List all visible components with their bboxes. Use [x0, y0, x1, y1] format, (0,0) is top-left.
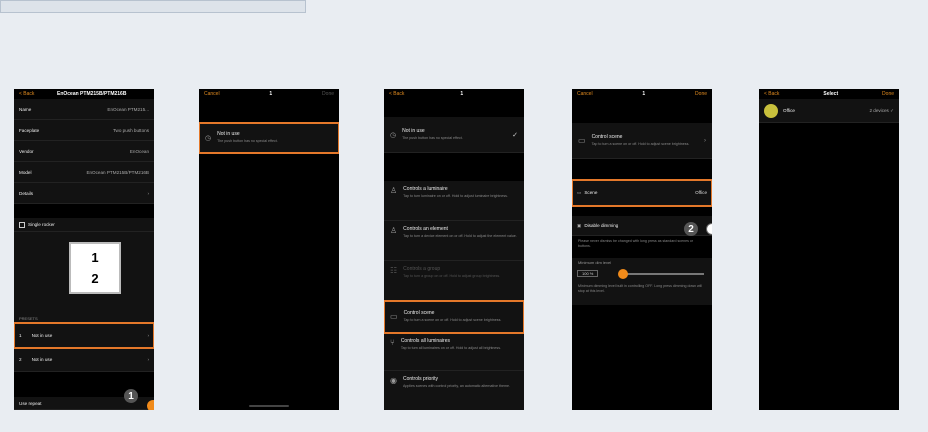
preset-row-2[interactable]: 2 Not in use › — [14, 348, 154, 372]
scene-select-row[interactable]: ▭ Scene Office — [572, 179, 712, 207]
phone-preset-select: Cancel 1 Done ◷ Not in use The push butt… — [199, 89, 339, 410]
option-not-in-use[interactable]: ◷ Not in use The push button has no spec… — [199, 122, 339, 154]
chevron-right-icon: › — [704, 137, 706, 144]
option-controls-luminaire[interactable]: ♙ Controls a luminaire Tap to turn lumina… — [384, 181, 524, 221]
home-indicator — [249, 405, 289, 407]
min-dim-slider-track[interactable] — [620, 273, 704, 275]
chevron-right-icon: › — [147, 190, 149, 196]
repeat-toggle[interactable] — [147, 400, 154, 410]
option-controls-element[interactable]: ♙ Controls an element Tap to turn a devic… — [384, 221, 524, 261]
back-button[interactable]: < Back — [389, 91, 404, 97]
dimming-icon: ▣ — [577, 222, 582, 228]
checkmark-icon: ✓ — [890, 107, 894, 113]
field-details[interactable]: Details › — [14, 183, 154, 204]
field-faceplate[interactable]: Faceplate Two push buttons — [14, 120, 154, 141]
nav-bar: < Back 1 — [384, 89, 524, 99]
lamp-icon: ♙ — [390, 226, 398, 235]
min-dim-value: 100 % — [577, 270, 599, 277]
nav-bar: < Back EnOcean PTM215B/PTM216B — [14, 89, 154, 99]
group-icon: ☷ — [390, 266, 398, 275]
page-title: 1 — [269, 91, 273, 97]
faceplate-preview-area: 1 2 — [14, 232, 154, 312]
nav-bar: Cancel 1 Done — [572, 89, 712, 99]
lamp-icon: ♙ — [390, 186, 398, 195]
faceplate-button-1[interactable]: 1 — [91, 250, 98, 265]
rocker-icon — [19, 221, 25, 228]
cancel-button[interactable]: Cancel — [204, 91, 220, 97]
min-dim-slider-handle[interactable] — [618, 269, 628, 279]
presets-header: PRESETS — [14, 312, 154, 323]
disable-dimming-toggle[interactable] — [706, 223, 712, 235]
nav-bar: < Back Select Done — [759, 89, 899, 99]
branch-icon: ⑂ — [390, 338, 395, 347]
spacer — [384, 99, 524, 117]
faceplate-button-2[interactable]: 2 — [91, 271, 98, 286]
spacer — [384, 153, 524, 181]
option-not-in-use[interactable]: ◷ Not in use The push button has no speci… — [384, 117, 524, 153]
option-controls-group: ☷ Controls a group Tap to turn a group on… — [384, 261, 524, 301]
spacer — [14, 204, 154, 218]
scene-icon: ▭ — [390, 312, 398, 321]
field-vendor: Vendor EnOcean — [14, 141, 154, 162]
page-title: EnOcean PTM215B/PTM216B — [56, 91, 127, 97]
page-title: Select — [823, 91, 839, 97]
checkmark-icon: ✓ — [512, 131, 518, 139]
done-button[interactable]: Done — [695, 91, 707, 97]
spacer — [14, 372, 154, 380]
phone-function-list: < Back 1 ◷ Not in use The push button has… — [384, 89, 524, 410]
phone-room-select: < Back Select Done Office 2 devices ✓ — [759, 89, 899, 410]
field-model: Model EnOcean PTM215B/PTM216B — [14, 162, 154, 183]
step-badge-2: 2 — [684, 222, 698, 236]
option-controls-priority[interactable]: ◉ Controls priority Applies scenes with c… — [384, 371, 524, 410]
top-bar — [0, 0, 306, 13]
disable-dimming-desc: Please never dismiss be changed with lon… — [572, 236, 712, 258]
back-button[interactable]: < Back — [19, 91, 34, 97]
field-name[interactable]: Name EnOcean PTM215... — [14, 99, 154, 120]
phone-scene-config: Cancel 1 Done ▭ Control scene Tap to turn… — [572, 89, 712, 410]
min-dim-row: 100 % — [572, 267, 712, 281]
done-button[interactable]: Done — [882, 91, 894, 97]
scene-icon: ▭ — [577, 189, 582, 195]
phone-device-settings: < Back EnOcean PTM215B/PTM216B Name EnOce… — [14, 89, 154, 410]
min-dim-header: Minimum dim level — [572, 258, 712, 267]
done-button[interactable]: Done — [322, 91, 334, 97]
back-button[interactable]: < Back — [764, 91, 779, 97]
preset-row-1[interactable]: 1 Not in use › — [14, 322, 154, 349]
cancel-button[interactable]: Cancel — [577, 91, 593, 97]
page-title: 1 — [460, 91, 464, 97]
chevron-right-icon: › — [147, 332, 149, 338]
chevron-right-icon: › — [147, 357, 149, 362]
spacer — [572, 99, 712, 123]
spacer — [572, 159, 712, 180]
control-scene-row[interactable]: ▭ Control scene Tap to turn a scene on or… — [572, 123, 712, 159]
room-row-office[interactable]: Office 2 devices ✓ — [759, 99, 899, 123]
page-title: 1 — [642, 91, 646, 97]
step-badge-1: 1 — [124, 389, 138, 403]
spacer — [572, 206, 712, 216]
option-control-scene[interactable]: ▭ Control scene Tap to turn a scene on or… — [384, 300, 524, 334]
scene-icon: ▭ — [578, 136, 586, 145]
min-dim-desc: Minimum dimming level built in controlli… — [572, 281, 712, 305]
spacer — [199, 99, 339, 123]
priority-icon: ◉ — [390, 376, 397, 385]
rocker-row[interactable]: Single rocker — [14, 218, 154, 232]
option-controls-all-luminaires[interactable]: ⑂ Controls all luminaires Tap to turn all… — [384, 333, 524, 371]
faceplate-preview: 1 2 — [69, 242, 121, 294]
clock-icon: ◷ — [390, 131, 397, 139]
room-icon — [764, 103, 778, 118]
clock-icon: ◷ — [205, 134, 212, 142]
nav-bar: Cancel 1 Done — [199, 89, 339, 99]
